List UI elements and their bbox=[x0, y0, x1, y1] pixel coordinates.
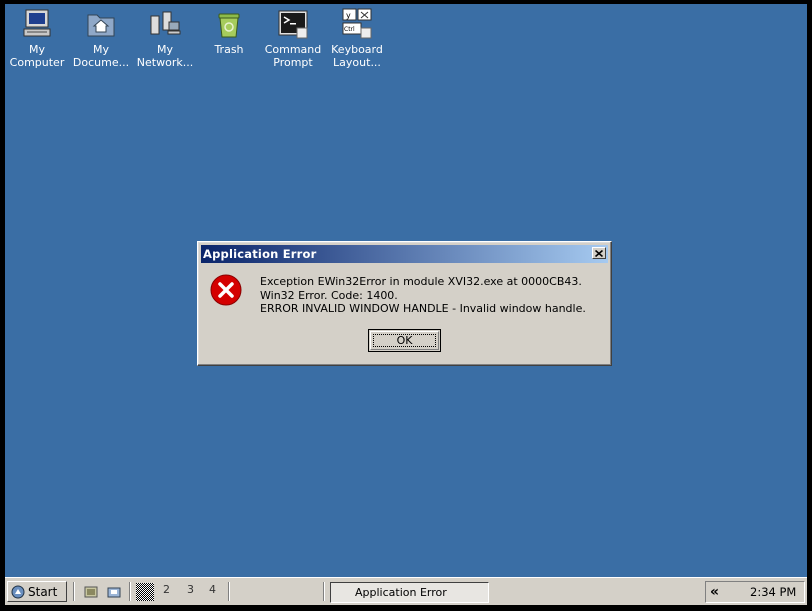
svg-text:Ctrl: Ctrl bbox=[344, 26, 355, 33]
tray-expand-button[interactable]: « bbox=[706, 584, 719, 600]
desktop: My Computer My Docume... My Network... T… bbox=[5, 4, 807, 577]
taskbar: Start 2 3 4 Application Error « 2:34 PM bbox=[5, 577, 807, 605]
taskbar-separator bbox=[323, 582, 325, 601]
desktop-icon-command-prompt[interactable]: Command Prompt bbox=[261, 8, 325, 69]
clock[interactable]: 2:34 PM bbox=[750, 585, 804, 599]
taskbar-window-label: Application Error bbox=[355, 586, 447, 599]
start-button[interactable]: Start bbox=[7, 581, 67, 602]
desktop-icon-label: Trash bbox=[214, 43, 244, 56]
desktop-icons: My Computer My Docume... My Network... T… bbox=[5, 8, 389, 69]
error-message-line: Win32 Error. Code: 1400. bbox=[260, 288, 398, 302]
workspace-2[interactable]: 2 bbox=[163, 583, 170, 596]
show-desktop-icon[interactable] bbox=[83, 584, 99, 600]
workspace-1-icon[interactable] bbox=[136, 583, 154, 601]
file-manager-icon[interactable] bbox=[106, 584, 122, 600]
trash-icon bbox=[212, 8, 246, 40]
computer-icon bbox=[20, 8, 54, 40]
keyboard-layout-icon: y Ctrl bbox=[340, 8, 374, 40]
svg-text:y: y bbox=[346, 11, 351, 20]
desktop-icon-my-documents[interactable]: My Docume... bbox=[69, 8, 133, 69]
desktop-icon-label: Command Prompt bbox=[264, 43, 322, 69]
desktop-icon-label: My Docume... bbox=[72, 43, 130, 69]
taskbar-separator bbox=[129, 582, 131, 601]
documents-folder-icon bbox=[84, 8, 118, 40]
desktop-icon-my-computer[interactable]: My Computer bbox=[5, 8, 69, 69]
network-icon bbox=[148, 8, 182, 40]
taskbar-separator bbox=[73, 582, 75, 601]
application-error-dialog: Application Error Exception EWin32Error … bbox=[197, 241, 612, 366]
workspace-3[interactable]: 3 bbox=[187, 583, 194, 596]
start-label: Start bbox=[28, 584, 58, 599]
taskbar-separator bbox=[228, 582, 230, 601]
desktop-icon-label: My Network... bbox=[136, 43, 194, 69]
error-message-line: ERROR INVALID WINDOW HANDLE - Invalid wi… bbox=[260, 302, 586, 315]
error-message-line: Exception EWin32Error in module XVI32.ex… bbox=[260, 275, 582, 288]
command-prompt-icon bbox=[276, 8, 310, 40]
desktop-icon-trash[interactable]: Trash bbox=[197, 8, 261, 69]
desktop-icon-label: My Computer bbox=[9, 43, 65, 69]
error-icon bbox=[210, 274, 242, 306]
start-icon bbox=[11, 585, 25, 598]
ok-button[interactable]: OK bbox=[368, 329, 441, 352]
dialog-close-button[interactable] bbox=[592, 247, 606, 259]
desktop-icon-keyboard-layout[interactable]: y Ctrl Keyboard Layout... bbox=[325, 8, 389, 69]
ok-button-label: OK bbox=[396, 334, 413, 347]
workspace-4[interactable]: 4 bbox=[209, 583, 216, 596]
desktop-icon-my-network[interactable]: My Network... bbox=[133, 8, 197, 69]
error-message: Exception EWin32Error in module XVI32.ex… bbox=[260, 275, 586, 316]
close-icon bbox=[595, 249, 603, 257]
taskbar-window-application-error[interactable]: Application Error bbox=[330, 582, 489, 603]
dialog-titlebar[interactable]: Application Error bbox=[201, 245, 608, 263]
desktop-icon-label: Keyboard Layout... bbox=[331, 43, 383, 69]
system-tray: « 2:34 PM bbox=[705, 581, 805, 603]
dialog-title: Application Error bbox=[203, 247, 317, 261]
